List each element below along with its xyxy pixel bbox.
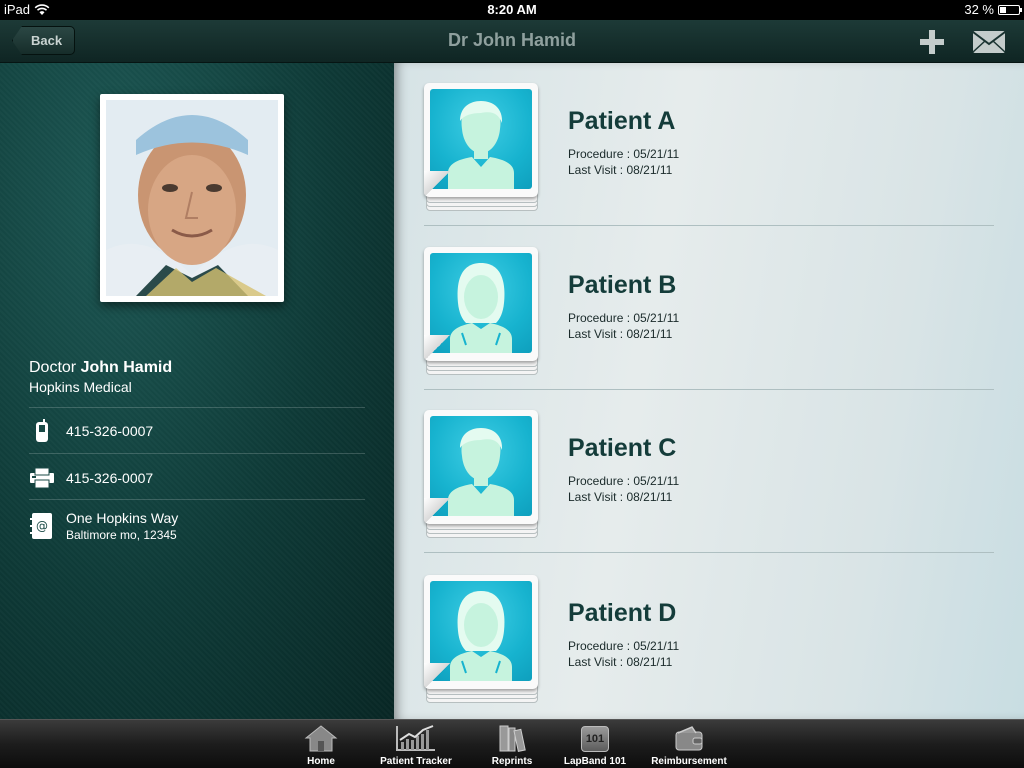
tab-reprints[interactable]: Reprints <box>491 720 533 768</box>
patient-card-stack <box>424 410 540 538</box>
page-curl-icon <box>424 663 450 689</box>
doctor-panel: Doctor John Hamid Hopkins Medical 415-32… <box>0 63 394 719</box>
page-title: Dr John Hamid <box>447 30 576 50</box>
patient-meta: Procedure : 05/21/11 Last Visit : 08/21/1… <box>568 146 679 178</box>
patient-row[interactable]: Patient A Procedure : 05/21/11 Last Visit … <box>424 83 994 246</box>
contact-mobile[interactable]: 415-326-0007 <box>29 418 153 444</box>
chart-icon <box>396 725 435 751</box>
tab-patient-tracker[interactable]: Patient Tracker <box>378 720 454 768</box>
mobile-number: 415-326-0007 <box>66 423 154 439</box>
fax-icon <box>29 465 55 491</box>
divider <box>29 453 365 454</box>
clock: 8:20 AM <box>487 2 537 17</box>
tab-label: Reimbursement <box>651 756 727 767</box>
contact-address[interactable]: @ One Hopkins Way Baltimore mo, 12345 <box>29 510 178 542</box>
patient-name: Patient B <box>568 271 677 299</box>
patient-row[interactable]: Patient D Procedure : 05/21/11 Last Visit … <box>424 575 994 738</box>
doctor-name: Doctor John Hamid <box>29 359 172 377</box>
tab-bar: Home Patient Tracker Reprints 101 LapBan… <box>0 719 1024 768</box>
procedure-date: Procedure : 05/21/11 <box>568 311 680 325</box>
address-line-2: Baltimore mo, 12345 <box>66 528 177 542</box>
patient-name: Patient D <box>568 599 677 627</box>
navigation-bar: Back Dr John Hamid <box>0 20 1024 63</box>
tab-label: Reprints <box>491 756 533 767</box>
patient-card-stack <box>424 575 540 703</box>
patient-avatar-card <box>424 410 538 524</box>
tab-home[interactable]: Home <box>301 720 341 768</box>
doctor-info: Doctor John Hamid Hopkins Medical <box>29 359 172 395</box>
patient-meta: Procedure : 05/21/11 Last Visit : 08/21/1… <box>568 638 679 670</box>
patient-name: Patient C <box>568 434 677 462</box>
patient-name: Patient A <box>568 107 676 135</box>
patient-avatar-card <box>424 247 538 361</box>
tab-label: Patient Tracker <box>380 756 452 767</box>
address-line-1: One Hopkins Way <box>66 510 179 526</box>
row-divider <box>424 552 994 553</box>
patient-card-stack <box>424 247 540 375</box>
row-divider <box>424 389 994 390</box>
patient-row[interactable]: Patient B Procedure : 05/21/11 Last Visit … <box>424 247 994 410</box>
mobile-phone-icon <box>29 418 55 444</box>
last-visit-date: Last Visit : 08/21/11 <box>568 163 673 177</box>
home-icon <box>304 725 338 752</box>
doctor-organization: Hopkins Medical <box>29 379 132 395</box>
page-curl-icon <box>424 335 450 361</box>
mail-icon[interactable] <box>972 30 1006 54</box>
battery-percent: 32 % <box>964 2 994 17</box>
page-curl-icon <box>424 498 450 524</box>
doctor-full-name: John Hamid <box>80 359 173 376</box>
tab-lapband-101[interactable]: 101 LapBand 101 <box>563 720 627 768</box>
procedure-date: Procedure : 05/21/11 <box>568 474 680 488</box>
svg-text:@: @ <box>36 519 48 533</box>
last-visit-date: Last Visit : 08/21/11 <box>568 327 673 341</box>
doctor-photo-frame <box>100 94 284 302</box>
battery-status: 32 % <box>964 2 1022 17</box>
procedure-date: Procedure : 05/21/11 <box>568 147 680 161</box>
doctor-prefix: Doctor <box>29 359 77 376</box>
battery-icon <box>998 4 1022 15</box>
procedure-date: Procedure : 05/21/11 <box>568 639 680 653</box>
lapband-101-icon: 101 <box>581 726 609 752</box>
row-divider <box>424 225 994 226</box>
plus-icon[interactable] <box>918 28 946 56</box>
tab-reimbursement[interactable]: Reimbursement <box>651 720 727 768</box>
tab-label: Home <box>307 756 335 767</box>
last-visit-date: Last Visit : 08/21/11 <box>568 490 673 504</box>
doctor-photo <box>106 100 278 296</box>
fax-number: 415-326-0007 <box>66 470 154 486</box>
status-bar: iPad 8:20 AM 32 % <box>0 0 1024 20</box>
address-book-icon: @ <box>29 513 55 539</box>
books-icon <box>499 725 526 752</box>
contact-fax[interactable]: 415-326-0007 <box>29 465 153 491</box>
patient-meta: Procedure : 05/21/11 Last Visit : 08/21/1… <box>568 473 679 505</box>
patient-avatar-card <box>424 575 538 689</box>
divider <box>29 499 365 500</box>
patient-avatar-card <box>424 83 538 197</box>
patient-meta: Procedure : 05/21/11 Last Visit : 08/21/1… <box>568 310 679 342</box>
tab-label: LapBand 101 <box>563 756 627 767</box>
patient-row[interactable]: Patient C Procedure : 05/21/11 Last Visit … <box>424 410 994 573</box>
patient-card-stack <box>424 83 540 211</box>
wallet-icon <box>675 726 703 751</box>
lapband-icon-text: 101 <box>585 733 605 745</box>
last-visit-date: Last Visit : 08/21/11 <box>568 655 673 669</box>
divider <box>29 407 365 408</box>
page-curl-icon <box>424 171 450 197</box>
patient-list: Patient A Procedure : 05/21/11 Last Visit … <box>394 63 1024 719</box>
